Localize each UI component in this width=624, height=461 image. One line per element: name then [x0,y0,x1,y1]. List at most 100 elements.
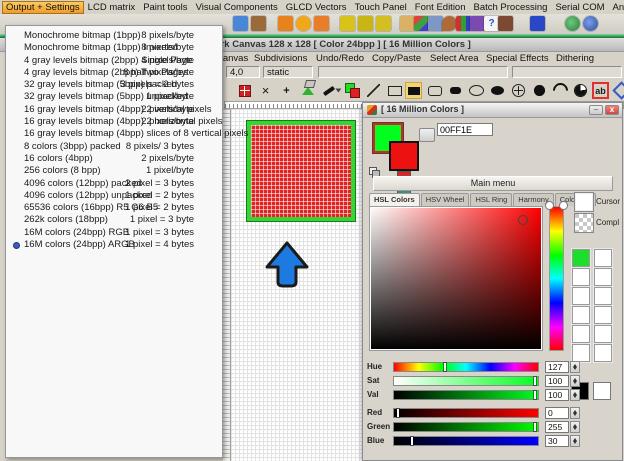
menu-item[interactable]: 65536 colors (16bpp) R5 G6 B5 1 pixel = 2… [6,202,222,214]
slider-cursor[interactable] [533,423,536,431]
menu-output-settings[interactable]: Output + Settings [2,0,84,14]
arc-tool-icon[interactable] [549,79,572,102]
minimize-button[interactable]: – [589,105,603,115]
paste-icon[interactable] [400,16,415,31]
slider-cursor[interactable] [444,363,447,371]
canvas-menu-undo-redo[interactable]: Undo/Redo [316,53,364,64]
red-value[interactable]: 0 [545,407,569,419]
close-icon[interactable]: x [605,105,619,115]
saturation-value-square[interactable] [369,206,543,351]
canvas-menu-special-effects[interactable]: Special Effects [486,53,549,64]
menu-item-selected[interactable]: 16M colors (24bpp) ARGB 1 pixel = 4 bytes [6,239,222,251]
menu-item[interactable]: Monochrome bitmap (1bpp) 8 pixels/byte [6,30,222,42]
palette-swatch[interactable] [572,325,590,343]
hue-slider[interactable] [393,362,539,372]
menu-item[interactable]: 16 gray levels bitmap (4bpp) slices of 8… [6,128,248,140]
menu-visual-components[interactable]: Visual Components [192,1,282,14]
rectangle-tool-icon[interactable] [386,82,403,99]
palette-swatch[interactable] [572,249,590,267]
globe-web-icon[interactable] [565,16,580,31]
menu-item[interactable]: 256 colors (8 bpp) 1 pixel/byte [6,165,222,177]
hex-color-input[interactable] [437,123,493,136]
menu-item[interactable]: 16M colors (24bpp) RGB 1 pixel = 3 bytes [6,227,222,239]
workspace-icon[interactable] [340,16,355,31]
blue-slider[interactable] [393,436,539,446]
menu-item[interactable]: 16 gray levels bitmap (4bpp) 2 horizonta… [6,116,223,128]
menu-item[interactable]: 16 gray levels bitmap (4bpp) 2 vertical … [6,104,222,116]
hue-marker-right[interactable] [559,201,568,210]
rounded-rectangle-tool-icon[interactable] [426,82,443,99]
hue-marker-left[interactable] [545,201,554,210]
cursor-color-swatch[interactable] [574,192,594,212]
color-grid-icon[interactable] [414,16,429,31]
menu-serial-com[interactable]: Serial COM [551,1,608,14]
sat-value[interactable]: 100 [545,375,569,387]
menu-lcd-matrix[interactable]: LCD matrix [84,1,140,14]
tab-hsl-ring[interactable]: HSL Ring [470,193,513,206]
hue-slider-vertical[interactable] [549,206,564,351]
hue-value[interactable]: 127 [545,361,569,373]
palette-swatch[interactable] [594,249,612,267]
pen-tool-icon[interactable] [320,82,337,99]
palette-swatch[interactable] [594,268,612,286]
globe-help-icon[interactable] [583,16,598,31]
slider-cursor[interactable] [411,437,414,445]
sv-cursor[interactable] [518,215,528,225]
tools-icon[interactable] [233,16,248,31]
green-spinner[interactable] [570,421,580,433]
blue-spinner[interactable] [570,435,580,447]
text-tool-icon[interactable]: ab [592,82,609,99]
filled-circle-crosshair-tool-icon[interactable] [531,82,548,99]
palette-swatch[interactable] [594,306,612,324]
exit-icon[interactable] [251,16,266,31]
preview-icon[interactable] [498,16,513,31]
tab-hsv-wheel[interactable]: HSV Wheel [420,193,470,206]
sat-slider[interactable] [393,376,539,386]
slider-cursor[interactable] [396,409,399,417]
menu-item[interactable]: 8 colors (3bpp) packed 8 pixels/ 3 bytes [6,141,222,153]
filmstrip-icon[interactable] [358,16,373,31]
pixel-grid-icon[interactable] [236,82,253,99]
palette-swatch[interactable] [594,287,612,305]
palette-swatch[interactable] [572,306,590,324]
polygon-tool-icon[interactable] [612,81,624,100]
ellipse-tool-icon[interactable] [468,82,485,99]
main-menu-button[interactable]: Main menu [373,176,613,191]
tab-hsl-colors[interactable]: HSL Colors [369,193,420,206]
complementary-color-swatch[interactable] [574,213,594,233]
menu-batch-processing[interactable]: Batch Processing [470,1,552,14]
color-swatch-pair-icon[interactable] [344,82,361,99]
canvas-menu-copy-paste[interactable]: Copy/Paste [372,53,421,64]
new-file-icon[interactable] [278,16,293,31]
green-slider[interactable] [393,422,539,432]
green-value[interactable]: 255 [545,421,569,433]
blue-value[interactable]: 30 [545,435,569,447]
menu-animation[interactable]: Animation [609,1,624,14]
menu-item[interactable]: 4096 colors (12bpp) unpacked 1 pixel = 2 … [6,190,222,202]
menu-glcd-vectors[interactable]: GLCD Vectors [282,1,351,14]
run-icon[interactable] [296,16,311,31]
palette-swatch[interactable] [572,287,590,305]
menu-item[interactable]: 4 gray levels bitmap (2bpp) Single Page 4… [6,55,222,67]
val-value[interactable]: 100 [545,389,569,401]
link-icon[interactable] [419,128,435,142]
font-icon[interactable] [470,16,485,31]
menu-item[interactable]: 4 gray levels bitmap (2bpp) Two Pages 8 h… [6,67,222,79]
menu-item[interactable]: 4096 colors (12bpp) packed 2 pixel = 3 by… [6,178,222,190]
menu-touch-panel[interactable]: Touch Panel [351,1,411,14]
sat-spinner[interactable] [570,375,580,387]
slider-cursor[interactable] [533,391,536,399]
palette-icon[interactable] [442,16,457,31]
slider-cursor[interactable] [533,377,536,385]
circle-crosshair-tool-icon[interactable] [510,82,527,99]
filled-pie-tool-icon[interactable] [572,82,589,99]
palette-swatch[interactable] [572,344,590,362]
process-icon[interactable] [376,16,391,31]
canvas-menu-subdivisions[interactable]: Subdivisions [254,53,307,64]
filled-rounded-rectangle-tool-icon[interactable] [447,82,464,99]
palette-swatch[interactable] [594,344,612,362]
filled-ellipse-tool-icon[interactable] [489,82,506,99]
palette-swatch[interactable] [572,268,590,286]
panel-title-bar[interactable]: [ 16 Million Colors ] – x [363,103,622,118]
canvas-menu-select-area[interactable]: Select Area [430,53,479,64]
